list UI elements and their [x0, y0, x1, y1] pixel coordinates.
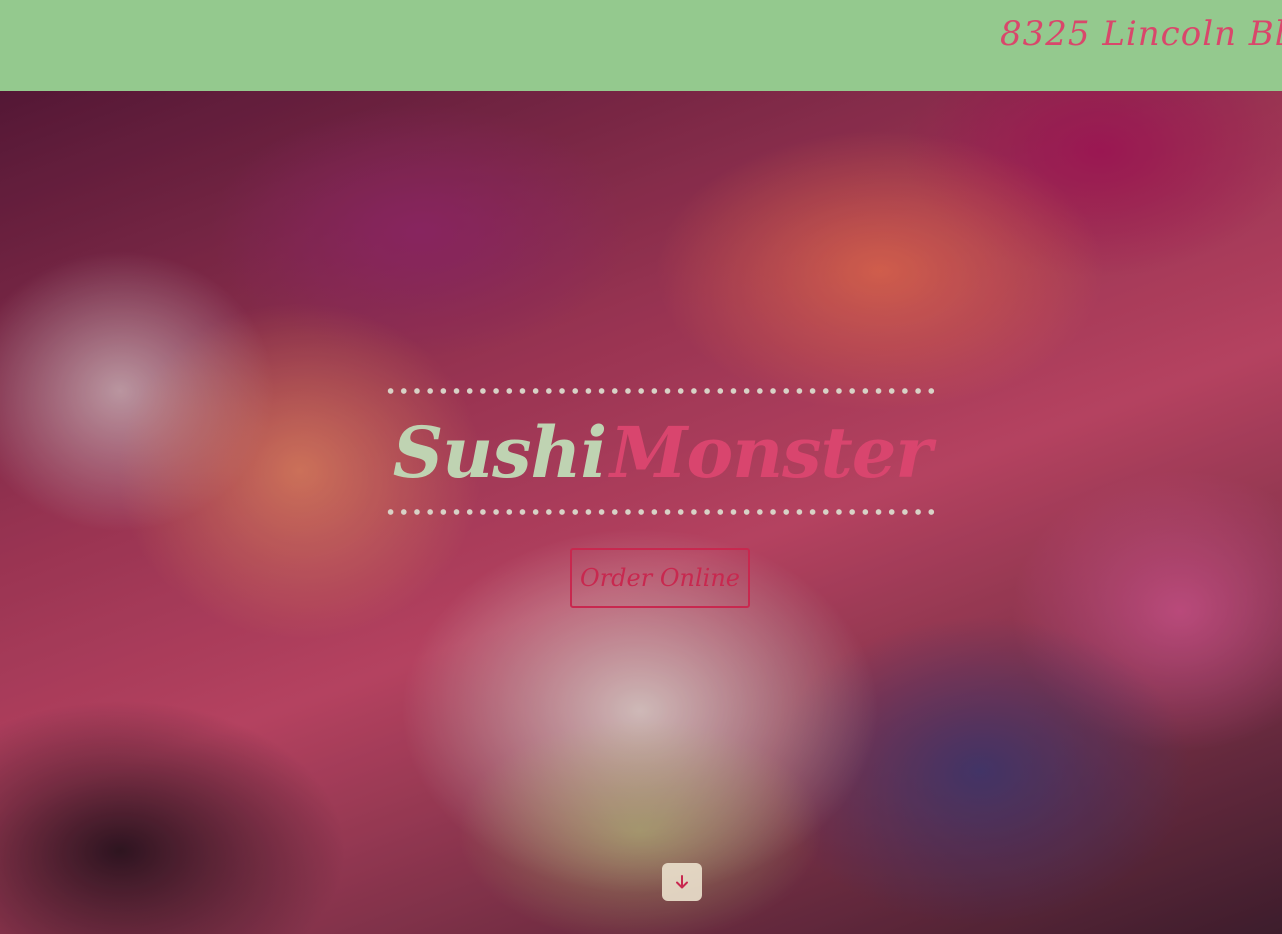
order-online-button[interactable]: Order Online — [570, 548, 750, 608]
brand-word-monster: Monster — [610, 411, 932, 494]
arrow-down-icon — [676, 875, 688, 889]
dotted-divider-bottom — [384, 509, 940, 515]
top-banner: 8325 Lincoln Blvd, Los Angeles, CA 90045 — [0, 0, 1282, 91]
scroll-down-button[interactable] — [662, 863, 702, 901]
brand-logo: SushiMonster — [384, 403, 940, 503]
hero-section: SushiMonster Order Online — [0, 91, 1282, 934]
dotted-divider-top — [384, 388, 940, 394]
address-marquee: 8325 Lincoln Blvd, Los Angeles, CA 90045 — [1000, 14, 1282, 54]
brand-word-sushi: Sushi — [392, 411, 607, 494]
